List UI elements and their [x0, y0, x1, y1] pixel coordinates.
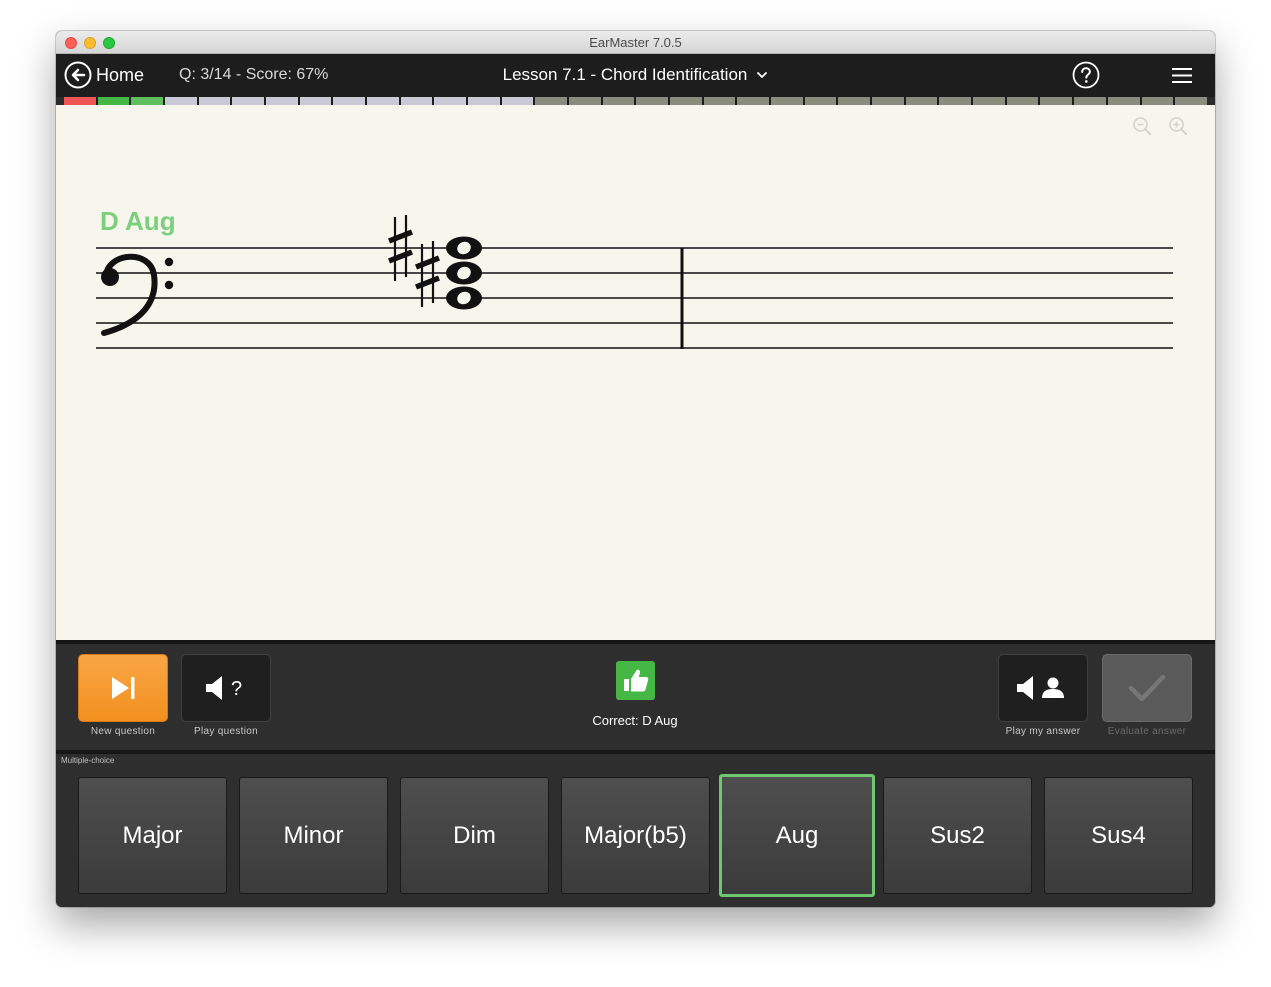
back-arrow-icon	[64, 61, 92, 89]
choice-button-dim[interactable]: Dim	[400, 777, 549, 894]
answer-choices: Multiple-choice Major Minor Dim Major(b5) Au…	[56, 750, 1215, 907]
progress-segment	[804, 97, 837, 105]
play-question-label: Play question	[194, 726, 258, 737]
choice-button-sus4[interactable]: Sus4	[1044, 777, 1193, 894]
choice-button-minor[interactable]: Minor	[239, 777, 388, 894]
choice-button-sus2[interactable]: Sus2	[883, 777, 1032, 894]
play-my-answer-button[interactable]	[998, 654, 1088, 722]
chord-notes	[446, 236, 482, 310]
speaker-question-icon: ?	[206, 676, 242, 700]
choice-button-major-b5[interactable]: Major(b5)	[561, 777, 710, 894]
top-bar: Home Q: 3/14 - Score: 67% Lesson 7.1 - C…	[56, 54, 1215, 97]
sharp-lower-icon	[414, 241, 441, 307]
progress-segment	[905, 97, 938, 105]
progress-segment	[703, 97, 736, 105]
hamburger-menu-icon[interactable]	[1172, 67, 1192, 84]
progress-segment	[973, 97, 1005, 105]
music-staff	[96, 215, 1173, 349]
control-bar: New question ? Play question Correct: D …	[56, 640, 1215, 750]
progress-segment	[1040, 97, 1073, 105]
progress-segment	[838, 97, 871, 105]
progress-segment	[602, 97, 635, 105]
progress-segment	[367, 97, 399, 105]
progress-segment	[198, 97, 231, 105]
progress-segment	[1141, 97, 1174, 105]
score-status: Q: 3/14 - Score: 67%	[179, 66, 329, 83]
bass-clef-icon	[101, 253, 174, 336]
title-bar: EarMaster 7.0.5	[56, 31, 1215, 54]
progress-segment	[266, 97, 298, 105]
progress-segment	[232, 97, 265, 105]
progress-segment	[636, 97, 669, 105]
home-label: Home	[96, 64, 145, 85]
progress-segment	[165, 97, 197, 105]
checkmark-icon	[1128, 674, 1166, 702]
choice-button-major[interactable]: Major	[78, 777, 227, 894]
progress-segment	[434, 97, 467, 105]
progress-segment	[299, 97, 332, 105]
home-button[interactable]: Home	[64, 61, 144, 89]
progress-segment	[131, 97, 164, 105]
progress-segment	[1107, 97, 1140, 105]
score-canvas: D Aug	[56, 105, 1215, 640]
progress-segment	[872, 97, 904, 105]
progress-segment	[64, 97, 96, 105]
evaluate-answer-label: Evaluate answer	[1107, 726, 1187, 737]
window-title: EarMaster 7.0.5	[589, 35, 682, 50]
progress-segment	[737, 97, 770, 105]
progress-segment	[400, 97, 433, 105]
app-window: EarMaster 7.0.5 Home Q: 3/14 - Score: 67…	[56, 31, 1215, 907]
choice-button-aug[interactable]: Aug	[719, 774, 875, 897]
lesson-dropdown[interactable]: Lesson 7.1 - Chord Identification	[503, 65, 769, 85]
skip-forward-icon	[112, 677, 135, 699]
speaker-user-icon	[1017, 676, 1064, 700]
staff-lines	[96, 247, 1173, 349]
progress-segment	[468, 97, 500, 105]
multiple-choice-label: Multiple-choice	[61, 756, 115, 765]
svg-text:?: ?	[231, 678, 242, 700]
progress-segment	[333, 97, 366, 105]
question-progress-bar	[64, 97, 1207, 105]
progress-segment	[569, 97, 601, 105]
evaluate-answer-button[interactable]	[1102, 654, 1192, 722]
chevron-down-icon	[757, 72, 768, 78]
progress-segment	[1006, 97, 1039, 105]
thumbs-up-icon	[616, 661, 655, 700]
progress-segment	[97, 97, 130, 105]
feedback-text: Correct: D Aug	[592, 713, 678, 728]
play-question-button[interactable]: ?	[181, 654, 271, 722]
help-icon[interactable]	[1072, 61, 1100, 89]
progress-segment	[939, 97, 972, 105]
progress-segment	[535, 97, 568, 105]
progress-segment	[670, 97, 702, 105]
progress-segment	[501, 97, 534, 105]
progress-segment	[771, 97, 803, 105]
progress-segment	[1074, 97, 1106, 105]
new-question-button[interactable]	[78, 654, 168, 722]
lesson-title: Lesson 7.1 - Chord Identification	[502, 65, 748, 84]
progress-segment	[1175, 97, 1207, 105]
